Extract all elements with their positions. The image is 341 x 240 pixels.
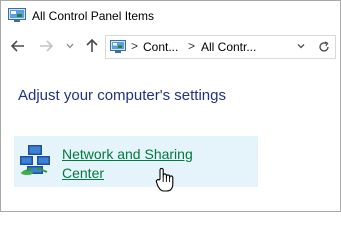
hand-cursor-icon [155, 167, 174, 192]
link-label-line-1[interactable]: Network and Sharing [62, 146, 193, 162]
breadcrumb-control-panel[interactable]: Cont... [143, 40, 178, 54]
back-arrow-icon [11, 40, 24, 52]
breadcrumb-separator[interactable]: > [131, 39, 138, 53]
back-button[interactable] [10, 37, 26, 55]
up-arrow-icon [86, 39, 98, 52]
refresh-icon [319, 41, 329, 52]
refresh-button[interactable] [313, 35, 336, 59]
up-button[interactable] [85, 37, 99, 55]
control-panel-icon [8, 8, 26, 22]
forward-button[interactable] [38, 37, 54, 55]
control-panel-icon [110, 40, 126, 53]
address-bar[interactable]: > Cont... > All Contr... [105, 35, 314, 59]
title-bar: All Control Panel Items [1, 1, 340, 31]
network-icon [20, 145, 50, 175]
chevron-down-icon [66, 43, 74, 49]
breadcrumb-separator[interactable]: > [188, 39, 195, 53]
breadcrumb-all-items[interactable]: All Contr... [201, 40, 256, 54]
forward-arrow-icon [40, 40, 53, 52]
list-item-network-and-sharing-center[interactable]: Network and Sharing Center [14, 136, 258, 187]
navigation-bar: > Cont... > All Contr... [1, 31, 340, 63]
chevron-down-icon[interactable] [296, 41, 306, 51]
window-title: All Control Panel Items [32, 9, 155, 23]
recent-locations-button[interactable] [64, 37, 76, 55]
page-heading: Adjust your computer's settings [18, 87, 226, 104]
link-label-line-2[interactable]: Center [62, 165, 104, 181]
network-and-sharing-center-link[interactable]: Network and Sharing Center [62, 145, 232, 183]
explorer-window: All Control Panel Items > Cont... > All … [0, 0, 341, 212]
